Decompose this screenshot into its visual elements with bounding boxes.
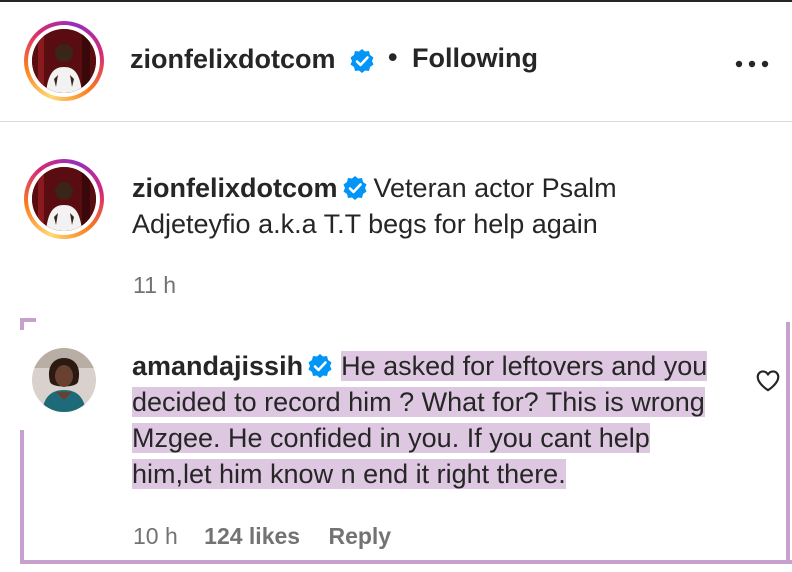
verified-badge-icon bbox=[343, 176, 367, 200]
avatar-photo bbox=[32, 29, 96, 93]
annotation-frame-tick bbox=[20, 318, 36, 322]
commenter-username[interactable]: amandajissih bbox=[132, 351, 303, 381]
post-caption: zionfelixdotcom Veteran actor Psalm Adje… bbox=[132, 170, 732, 242]
separator-dot: • bbox=[388, 42, 398, 72]
more-options-icon[interactable] bbox=[735, 60, 769, 68]
comment-body: amandajissih He asked for leftovers and … bbox=[132, 348, 732, 492]
caption-avatar[interactable] bbox=[24, 159, 104, 239]
comment-timestamp[interactable]: 10 h bbox=[133, 523, 178, 549]
author-avatar[interactable] bbox=[24, 21, 104, 101]
commenter-avatar[interactable] bbox=[32, 348, 96, 412]
comment-meta: 10 h 124 likes Reply bbox=[133, 523, 391, 550]
verified-badge-icon bbox=[308, 354, 332, 378]
post-header: zionfelixdotcom • Following bbox=[0, 2, 792, 120]
reply-button[interactable]: Reply bbox=[328, 523, 391, 549]
heart-outline-icon[interactable] bbox=[755, 368, 781, 394]
caption-username[interactable]: zionfelixdotcom bbox=[132, 173, 338, 203]
following-button[interactable]: Following bbox=[412, 43, 538, 74]
author-username[interactable]: zionfelixdotcom bbox=[130, 44, 336, 75]
caption-timestamp[interactable]: 11 h bbox=[133, 272, 176, 299]
verified-badge-icon bbox=[350, 49, 374, 73]
comment-likes[interactable]: 124 likes bbox=[204, 523, 300, 549]
annotation-frame-bottom bbox=[20, 560, 792, 564]
header-divider bbox=[0, 121, 792, 122]
annotation-frame-right bbox=[786, 322, 790, 564]
avatar-photo bbox=[32, 167, 96, 231]
